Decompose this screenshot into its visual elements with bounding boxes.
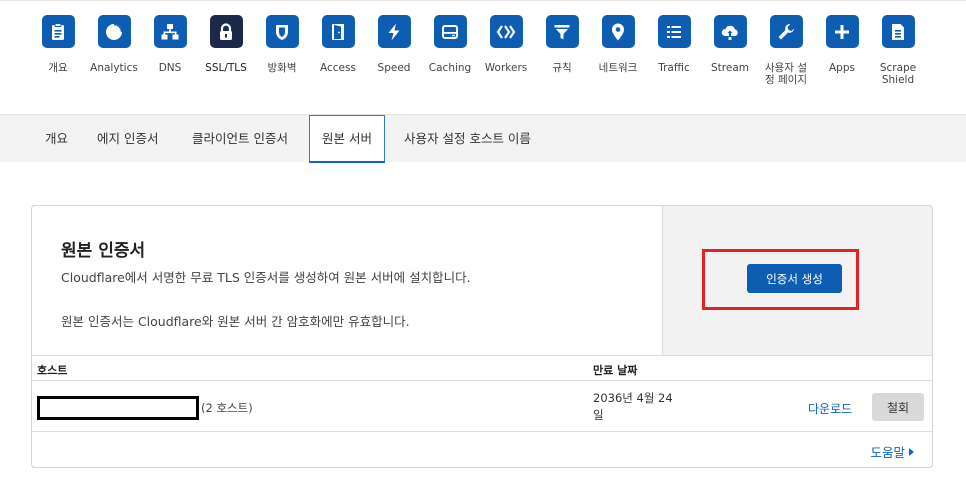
app-rules[interactable]: 규칙	[532, 15, 592, 74]
door-icon	[321, 15, 355, 48]
shield-icon	[265, 15, 299, 48]
redacted-hostname	[37, 396, 199, 420]
app-network[interactable]: 네트워크	[588, 15, 648, 74]
app-label: 개요	[48, 62, 68, 74]
help-label: 도움말	[870, 445, 905, 460]
app-label: Stream	[711, 62, 749, 74]
location-pin-icon	[601, 15, 635, 48]
card-description: Cloudflare에서 서명한 무료 TLS 인증서를 생성하여 원본 서버에…	[61, 270, 471, 285]
app-label: 방화벽	[267, 62, 297, 74]
app-label: Apps	[829, 62, 855, 74]
lightning-icon	[377, 15, 411, 48]
host-count: (2 호스트)	[201, 401, 253, 415]
app-label: Access	[320, 62, 356, 74]
app-scrape-shield[interactable]: Scrape Shield	[868, 15, 928, 86]
app-label: Speed	[377, 62, 411, 74]
app-overview[interactable]: 개요	[28, 15, 88, 74]
app-label: 규칙	[552, 62, 572, 74]
revoke-button[interactable]: 철회	[872, 393, 924, 421]
plus-icon	[825, 15, 859, 48]
lock-icon	[209, 15, 243, 48]
app-analytics[interactable]: Analytics	[84, 15, 144, 74]
app-traffic[interactable]: Traffic	[644, 15, 704, 74]
tab-custom-hostnames[interactable]: 사용자 설정 호스트 이름	[392, 115, 543, 163]
app-dns[interactable]: DNS	[140, 15, 200, 74]
table-header: 호스트 만료 날짜	[32, 355, 932, 381]
app-label: Workers	[484, 62, 528, 74]
document-icon	[881, 15, 915, 48]
app-apps[interactable]: Apps	[812, 15, 872, 74]
column-expiry: 만료 날짜	[593, 364, 638, 377]
network-icon	[153, 15, 187, 48]
tab-client-certificates[interactable]: 클라이언트 인증서	[180, 115, 300, 163]
clipboard-icon	[41, 15, 75, 48]
download-link[interactable]: 다운로드	[808, 400, 852, 417]
card-title: 원본 인증서	[61, 241, 146, 261]
workers-chevrons-icon	[489, 15, 523, 48]
table-row: (2 호스트) 2036년 4월 24일 다운로드 철회	[32, 381, 932, 432]
origin-certificates-card: 원본 인증서 Cloudflare에서 서명한 무료 TLS 인증서를 생성하여…	[31, 205, 933, 468]
expiry-date: 2036년 4월 24일	[593, 391, 673, 422]
app-label: DNS	[158, 62, 182, 74]
app-workers[interactable]: Workers	[476, 15, 536, 74]
filter-funnel-icon	[545, 15, 579, 48]
ssl-subnav: 개요 에지 인증서 클라이언트 인증서 원본 서버 사용자 설정 호스트 이름	[0, 114, 966, 163]
create-certificate-button[interactable]: 인증서 생성	[747, 264, 842, 293]
app-label: 사용자 설 정 페이지	[765, 62, 807, 86]
caret-right-icon	[909, 447, 914, 456]
app-ssl-tls[interactable]: SSL/TLS	[196, 15, 256, 74]
list-icon	[657, 15, 691, 48]
app-label: 네트워크	[598, 62, 638, 74]
column-host: 호스트	[37, 364, 68, 377]
app-label: Traffic	[658, 62, 690, 74]
app-caching[interactable]: Caching	[420, 15, 480, 74]
app-page-rules[interactable]: 사용자 설 정 페이지	[756, 15, 816, 86]
card-note: 원본 인증서는 Cloudflare와 원본 서버 간 암호화에만 유효합니다.	[61, 314, 410, 329]
pie-chart-icon	[97, 15, 131, 48]
tab-origin-server[interactable]: 원본 서버	[309, 115, 385, 163]
tab-edge-certificates[interactable]: 에지 인증서	[85, 115, 170, 163]
app-navigation: 개요 Analytics DNS SSL/TLS 방화벽 Access Spee…	[0, 0, 966, 114]
server-drive-icon	[433, 15, 467, 48]
app-label: Caching	[428, 62, 472, 74]
app-label: Analytics	[90, 62, 138, 74]
app-label: Scrape Shield	[879, 62, 917, 86]
tab-overview[interactable]: 개요	[33, 115, 80, 163]
card-description-panel: 원본 인증서 Cloudflare에서 서명한 무료 TLS 인증서를 생성하여…	[32, 206, 662, 355]
wrench-icon	[769, 15, 803, 48]
app-access[interactable]: Access	[308, 15, 368, 74]
app-firewall[interactable]: 방화벽	[252, 15, 312, 74]
help-link[interactable]: 도움말	[870, 442, 914, 461]
cloud-upload-icon	[713, 15, 747, 48]
app-speed[interactable]: Speed	[364, 15, 424, 74]
app-stream[interactable]: Stream	[700, 15, 760, 74]
app-label: SSL/TLS	[205, 62, 247, 74]
